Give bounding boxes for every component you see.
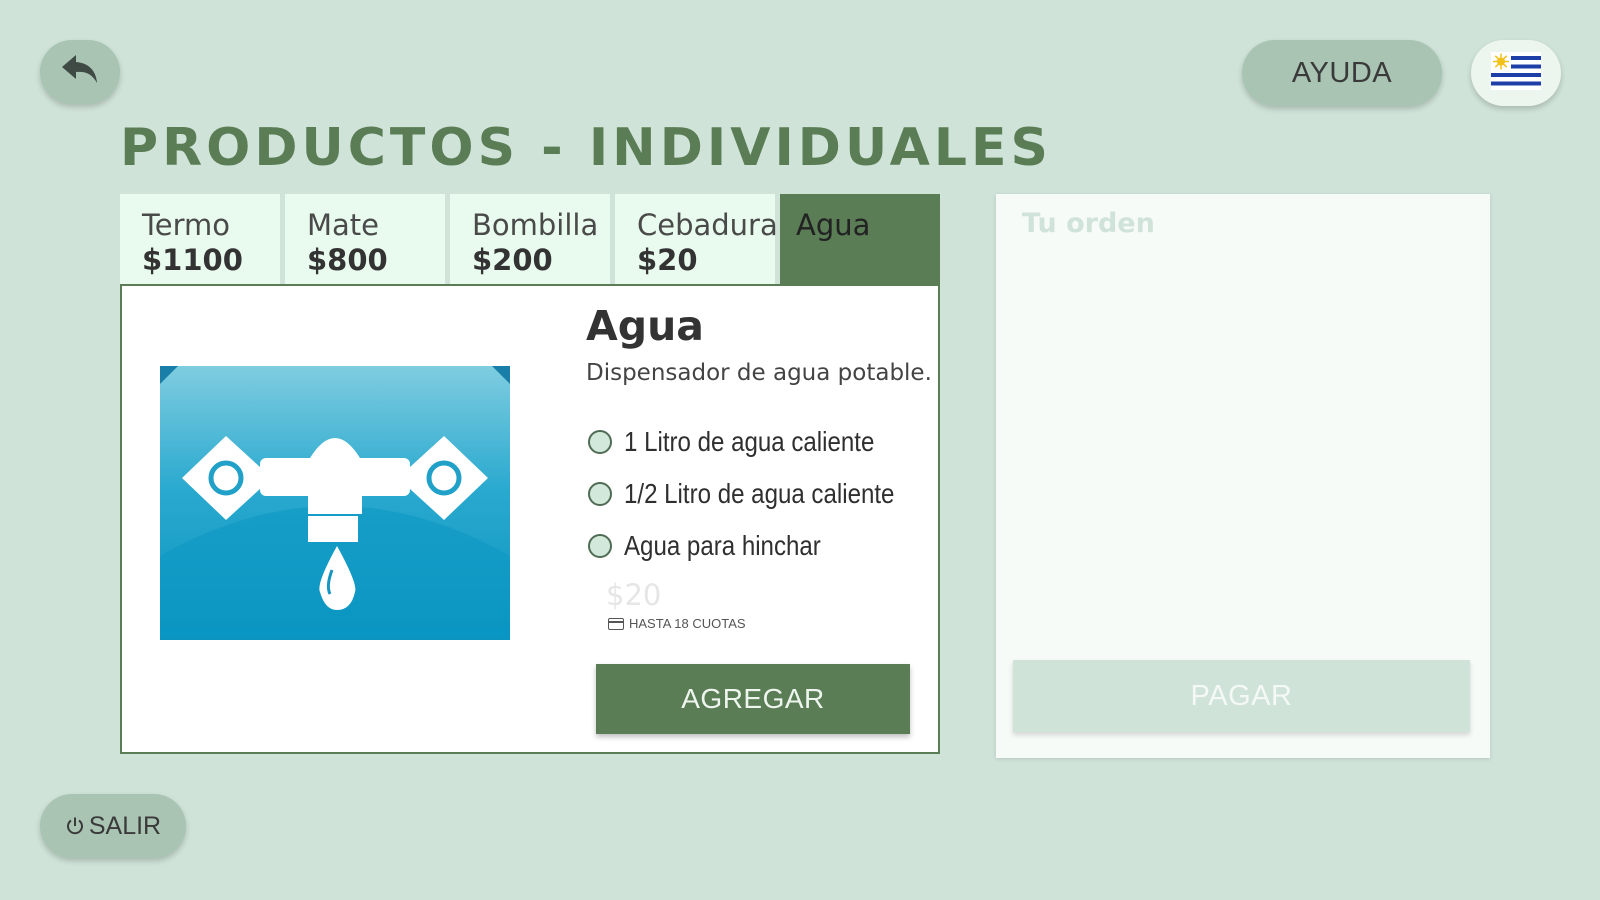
- tab-label: Bombilla: [472, 208, 599, 242]
- tab-price: $200: [472, 243, 553, 277]
- tab-price: $1100: [142, 243, 243, 277]
- tab-price: $20: [637, 243, 698, 277]
- reply-arrow-icon: [60, 53, 100, 91]
- tab-label: Mate: [307, 208, 380, 242]
- language-button[interactable]: [1471, 40, 1561, 106]
- tab-price: $800: [307, 243, 388, 277]
- radio-button[interactable]: [588, 430, 612, 454]
- option-list: 1 Litro de agua caliente 1/2 Litro de ag…: [588, 416, 938, 572]
- power-icon: [65, 816, 85, 836]
- order-title: Tu orden: [1022, 208, 1155, 239]
- product-description: Dispensador de agua potable.: [586, 360, 932, 386]
- tab-label: Termo: [142, 208, 231, 242]
- installments-label: HASTA 18 CUOTAS: [629, 616, 746, 631]
- tab-termo[interactable]: Termo $1100: [120, 194, 280, 284]
- radio-button[interactable]: [588, 534, 612, 558]
- page-title: PRODUCTOS - INDIVIDUALES: [120, 118, 1052, 178]
- back-button[interactable]: [40, 40, 120, 104]
- tab-label: Agua: [796, 208, 871, 242]
- installments-info: HASTA 18 CUOTAS: [608, 616, 746, 631]
- water-faucet-icon: [160, 366, 510, 640]
- tab-mate[interactable]: Mate $800: [285, 194, 445, 284]
- product-price: $20: [606, 578, 662, 612]
- exit-label: SALIR: [88, 811, 162, 840]
- order-panel: Tu orden PAGAR: [996, 194, 1490, 758]
- option-label: 1/2 Litro de agua caliente: [624, 478, 895, 509]
- exit-button[interactable]: SALIR: [40, 794, 186, 858]
- product-panel: Agua Dispensador de agua potable. 1 Litr…: [120, 284, 940, 754]
- pay-button[interactable]: PAGAR: [1013, 660, 1470, 732]
- option-label: Agua para hinchar: [624, 530, 821, 561]
- product-tabs: Termo $1100 Mate $800 Bombilla $200 Ceba…: [120, 194, 940, 286]
- tab-label: Cebadura: [637, 208, 778, 242]
- screen: AYUDA PRODUCTOS - INDIVIDUALES Termo $11…: [0, 0, 1600, 900]
- help-button[interactable]: AYUDA: [1242, 40, 1442, 106]
- option-label: 1 Litro de agua caliente: [624, 426, 875, 457]
- tab-agua[interactable]: Agua: [780, 194, 940, 286]
- option-medio-litro[interactable]: 1/2 Litro de agua caliente: [588, 468, 938, 520]
- tab-cebadura[interactable]: Cebadura $20: [615, 194, 778, 284]
- add-button[interactable]: AGREGAR: [596, 664, 910, 734]
- product-name: Agua: [586, 302, 704, 350]
- credit-card-icon: [608, 617, 624, 630]
- radio-button[interactable]: [588, 482, 612, 506]
- option-agua-hinchar[interactable]: Agua para hinchar: [588, 520, 938, 572]
- option-1-litro[interactable]: 1 Litro de agua caliente: [588, 416, 938, 468]
- tab-bombilla[interactable]: Bombilla $200: [450, 194, 610, 284]
- uruguay-flag-icon: [1491, 52, 1541, 94]
